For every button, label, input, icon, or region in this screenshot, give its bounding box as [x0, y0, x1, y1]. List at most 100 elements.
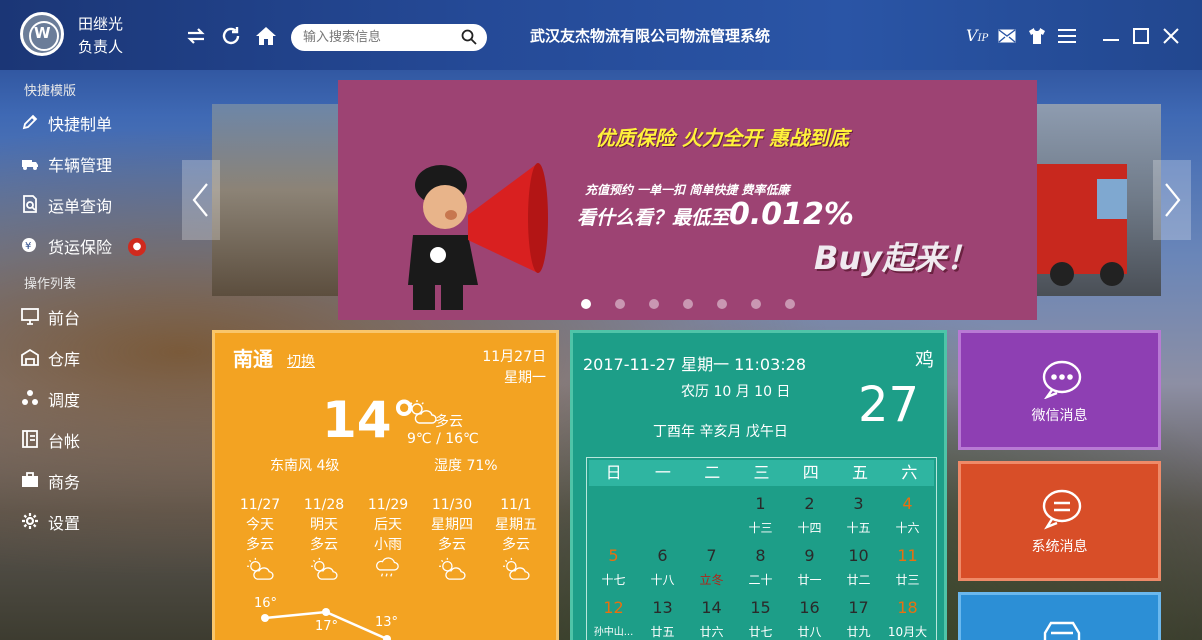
- day-number: 4: [902, 494, 913, 513]
- calendar-day-cell[interactable]: 6 十八: [638, 546, 687, 588]
- calendar-day-cell[interactable]: 9 廿一: [785, 546, 834, 588]
- lunar-day: 廿七: [748, 625, 773, 639]
- sidebar-item-business[interactable]: 商务: [20, 468, 80, 494]
- partly-cloudy-icon: [311, 557, 338, 580]
- calendar-day-cell[interactable]: 18 10月大: [883, 598, 932, 640]
- calendar-day-cell[interactable]: 17 廿九: [834, 598, 883, 640]
- lunar-day: 廿九: [846, 625, 871, 639]
- calendar-day-cell[interactable]: 4 十六: [883, 494, 932, 536]
- lunar-day: 十五: [846, 521, 871, 535]
- tile-label: 微信消息: [1031, 408, 1088, 424]
- carousel-dot[interactable]: [717, 299, 727, 309]
- refresh-icon[interactable]: [220, 25, 242, 47]
- calendar-day-cell[interactable]: 11 廿三: [883, 546, 932, 588]
- calendar-day-cell[interactable]: 15 廿七: [736, 598, 785, 640]
- maximize-icon[interactable]: [1130, 25, 1152, 47]
- day-number: 12: [603, 598, 624, 617]
- calendar-day-cell[interactable]: 2 十四: [785, 494, 834, 536]
- forecast-date: 11/29: [367, 497, 409, 513]
- calendar-day-cell[interactable]: 16 廿八: [785, 598, 834, 640]
- sidebar-item-ledger[interactable]: 台帐: [20, 427, 80, 453]
- home-icon[interactable]: [255, 25, 277, 47]
- lunar-day: 廿二: [846, 573, 871, 587]
- tile-system-messages[interactable]: 系统消息: [958, 461, 1161, 581]
- calendar-ganzhi: 丁酉年 辛亥月 戊午日: [653, 424, 788, 440]
- forecast-day: 11/30 星期四 多云: [422, 495, 482, 581]
- forecast-condition: 多云: [502, 537, 530, 553]
- lunar-day: 廿一: [797, 573, 822, 587]
- lunar-day: 孙中山...: [593, 627, 634, 638]
- calendar-day-cell[interactable]: 13 廿五: [638, 598, 687, 640]
- weather-humidity: 湿度 71%: [434, 458, 498, 474]
- search-icon[interactable]: [461, 29, 477, 45]
- section-ops-label: 操作列表: [24, 277, 77, 292]
- trend-temp-label: 13°: [375, 615, 399, 630]
- switch-icon[interactable]: [185, 25, 207, 47]
- close-icon[interactable]: [1160, 25, 1182, 47]
- minimize-icon[interactable]: [1100, 25, 1122, 47]
- calendar-day-cell[interactable]: 14 廿六: [687, 598, 736, 640]
- menu-icon[interactable]: [1056, 25, 1078, 47]
- new-badge-icon: ●: [128, 238, 146, 256]
- shirt-icon[interactable]: [1026, 25, 1048, 47]
- forecast-day: 11/27 今天 多云: [230, 495, 290, 581]
- sidebar-item-label: 调度: [48, 391, 81, 410]
- search-box: [291, 24, 487, 51]
- day-number: 5: [608, 546, 619, 565]
- promo-banner[interactable]: 优质保险 火力全开 惠战到底 充值预约 一单一扣 简单快捷 费率低廉 看什么看？…: [338, 80, 1037, 320]
- weather-switch-link[interactable]: 切换: [287, 351, 315, 371]
- lunar-day: 立冬: [699, 573, 724, 587]
- calendar-day-cell[interactable]: 12 孙中山...: [589, 598, 638, 638]
- mail-icon[interactable]: [996, 25, 1018, 47]
- sidebar-item-dispatch[interactable]: 调度: [20, 386, 80, 412]
- tile-wechat-messages[interactable]: 微信消息: [958, 330, 1161, 450]
- calendar-day-cell[interactable]: 3 十五: [834, 494, 883, 536]
- lunar-day: 十八: [650, 573, 675, 587]
- day-number: 9: [804, 546, 815, 565]
- message-icon: [1042, 489, 1082, 530]
- carousel-dot[interactable]: [751, 299, 761, 309]
- sidebar-item-label: 货运保险: [48, 238, 113, 257]
- calendar-day-cell[interactable]: 8 二十: [736, 546, 785, 588]
- sidebar-item-label: 运单查询: [48, 197, 113, 216]
- calendar-day-cell[interactable]: 7 立冬: [687, 546, 736, 588]
- sidebar-item-label: 车辆管理: [48, 156, 113, 175]
- sidebar-item-waybill-query[interactable]: 运单查询: [20, 192, 112, 218]
- calendar-day-cell[interactable]: 5 十七: [589, 546, 638, 588]
- search-input[interactable]: [303, 28, 453, 47]
- sidebar-item-label: 商务: [48, 473, 81, 492]
- weekday-label: 日: [605, 463, 622, 482]
- carousel-dot[interactable]: [683, 299, 693, 309]
- carousel-dot[interactable]: [615, 299, 625, 309]
- sidebar-item-insurance[interactable]: ¥ 货运保险: [20, 233, 112, 259]
- carousel-dot[interactable]: [785, 299, 795, 309]
- forecast-day-label: 今天: [246, 517, 274, 533]
- forecast-date: 11/28: [303, 497, 345, 513]
- sidebar-item-warehouse[interactable]: 仓库: [20, 345, 80, 371]
- weekday-label: 三: [753, 463, 770, 482]
- dispatch-icon: [20, 389, 40, 409]
- carousel-next-arrow-icon[interactable]: [1153, 160, 1191, 240]
- partly-cloudy-icon: [247, 557, 274, 580]
- trend-temp-label: 16°: [254, 596, 278, 611]
- partly-cloudy-icon: [503, 557, 530, 580]
- sidebar-item-quick-order[interactable]: 快捷制单: [20, 110, 112, 136]
- day-number: 14: [701, 598, 722, 617]
- sidebar-item-front-desk[interactable]: 前台: [20, 304, 80, 330]
- weather-panel: 南通 切换 11月27日 星期一 14° 多云 9℃ / 16℃ 东南风 4级 …: [212, 330, 559, 640]
- calendar-day-cell[interactable]: 10 廿二: [834, 546, 883, 588]
- carousel-dot[interactable]: [649, 299, 659, 309]
- carousel-prev-arrow-icon[interactable]: [182, 160, 220, 240]
- day-number: 7: [706, 546, 717, 565]
- carousel-dot[interactable]: [581, 299, 591, 309]
- weather-weekday: 星期一: [504, 370, 546, 386]
- weekday-label: 五: [852, 463, 869, 482]
- tile-vehicle[interactable]: [958, 592, 1161, 640]
- lunar-day: 十三: [748, 521, 773, 535]
- sidebar-item-settings[interactable]: 设置: [20, 509, 80, 535]
- calendar-day-cell[interactable]: 1 十三: [736, 494, 785, 536]
- calendar-datetime: 2017-11-27 星期一 11:03:28: [583, 355, 807, 374]
- vip-icon[interactable]: VIP: [966, 25, 988, 47]
- user-role: 负责人: [78, 38, 124, 56]
- sidebar-item-vehicle[interactable]: 车辆管理: [20, 151, 112, 177]
